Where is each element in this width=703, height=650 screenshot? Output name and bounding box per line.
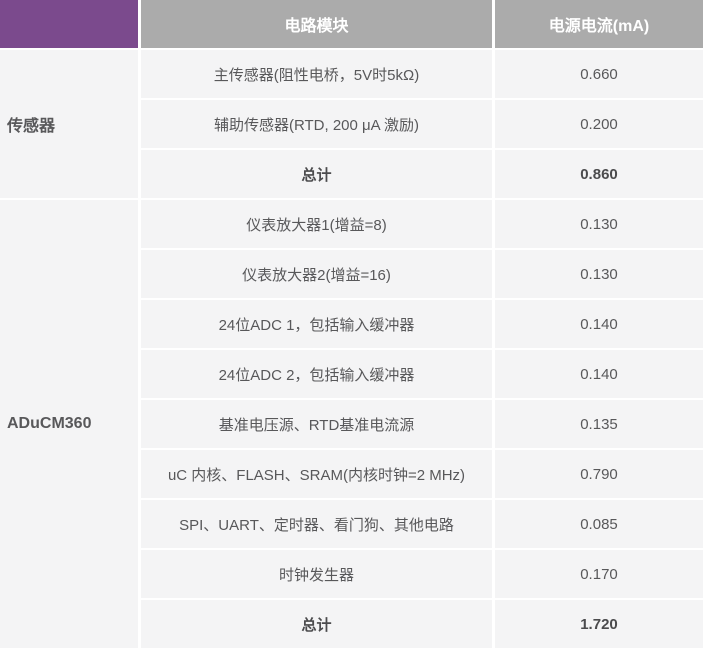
cell-module: 仪表放大器1(增益=8) [141,200,492,248]
power-consumption-table: 电路模块 电源电流(mA) 传感器 主传感器(阻性电桥，5V时5kΩ) 0.66… [0,0,703,648]
column-header-supply-current: 电源电流(mA) [495,0,703,48]
cell-module: 24位ADC 2，包括输入缓冲器 [141,350,492,398]
cell-current: 0.170 [495,550,703,598]
cell-current: 0.085 [495,500,703,548]
cell-module: 时钟发生器 [141,550,492,598]
cell-current: 0.790 [495,450,703,498]
cell-module: 辅助传感器(RTD, 200 μA 激励) [141,100,492,148]
cell-module: uC 内核、FLASH、SRAM(内核时钟=2 MHz) [141,450,492,498]
cell-module-total: 总计 [141,600,492,648]
cell-current-total: 1.720 [495,600,703,648]
cell-current: 0.200 [495,100,703,148]
cell-current: 0.135 [495,400,703,448]
row-group-label-sensor: 传感器 [0,50,138,198]
cell-module: 基准电压源、RTD基准电流源 [141,400,492,448]
cell-current: 0.140 [495,300,703,348]
column-header-circuit-module: 电路模块 [141,0,492,48]
power-consumption-table-page: 电路模块 电源电流(mA) 传感器 主传感器(阻性电桥，5V时5kΩ) 0.66… [0,0,703,650]
cell-current: 0.130 [495,200,703,248]
cell-module-total: 总计 [141,150,492,198]
cell-current-total: 0.860 [495,150,703,198]
cell-module: 仪表放大器2(增益=16) [141,250,492,298]
cell-module: 24位ADC 1，包括输入缓冲器 [141,300,492,348]
cell-current: 0.660 [495,50,703,98]
cell-module: SPI、UART、定时器、看门狗、其他电路 [141,500,492,548]
cell-module: 主传感器(阻性电桥，5V时5kΩ) [141,50,492,98]
table-corner-cell [0,0,138,48]
cell-current: 0.130 [495,250,703,298]
row-group-label-aducm360: ADuCM360 [0,200,138,648]
cell-current: 0.140 [495,350,703,398]
